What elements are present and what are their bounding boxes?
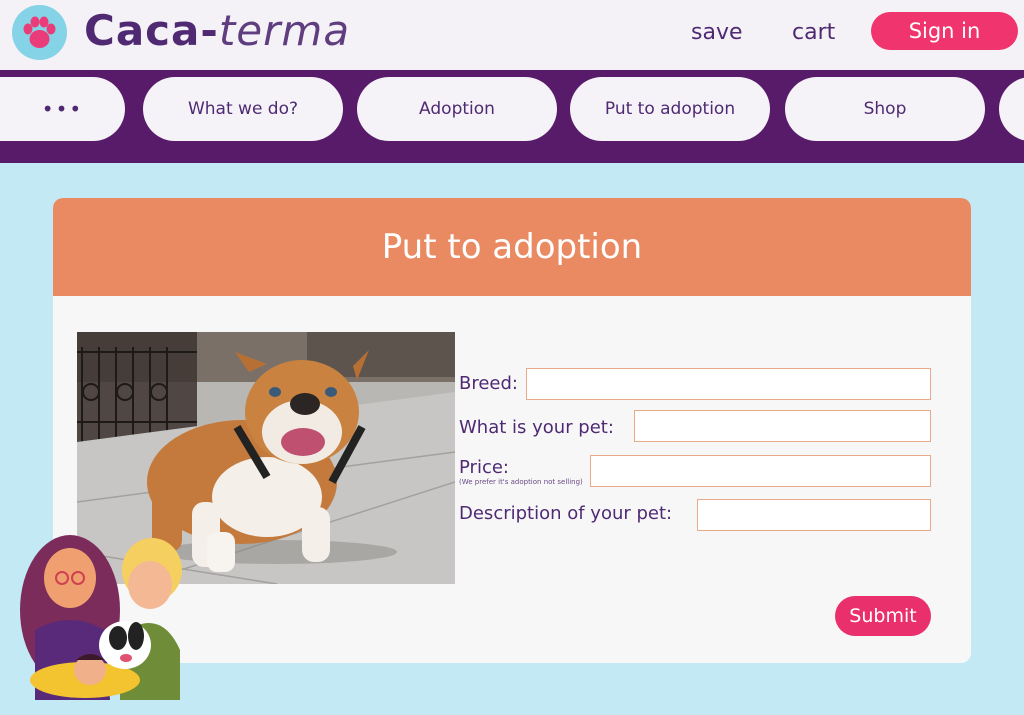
nav-item-adoption[interactable]: Adoption [357,77,557,141]
description-input[interactable] [697,499,931,531]
description-label: Description of your pet: [459,503,673,524]
breed-input[interactable] [526,368,931,400]
nav-item-shop[interactable]: Shop [785,77,985,141]
brand-name[interactable]: Caca-terma [84,6,350,55]
top-header: Caca-terma save cart Sign in [0,0,1024,70]
pet-type-label: What is your pet: [459,417,614,438]
nav-item-put-to-adoption[interactable]: Put to adoption [570,77,770,141]
cart-link[interactable]: cart [792,20,835,45]
brand-name-part2: terma [218,6,351,55]
price-label: Price: [459,457,509,478]
paw-logo-icon[interactable] [12,5,67,60]
family-with-dog-illustration-icon [10,530,200,700]
sign-in-button[interactable]: Sign in [871,12,1018,50]
nav-more-button[interactable]: ••• [0,77,125,141]
breed-label: Breed: [459,373,518,394]
nav-item-partial[interactable] [999,77,1024,141]
save-link[interactable]: save [691,20,743,45]
form-title: Put to adoption [381,227,643,267]
submit-button[interactable]: Submit [835,596,931,636]
price-input[interactable] [590,455,931,487]
pet-type-input[interactable] [634,410,931,442]
main-navigation: ••• What we do? Adoption Put to adoption… [0,70,1024,163]
nav-item-what-we-do[interactable]: What we do? [143,77,343,141]
price-note: (We prefer it's adoption not selling) [459,478,583,486]
form-header: Put to adoption [53,198,971,296]
brand-name-part1: Caca- [84,6,219,55]
